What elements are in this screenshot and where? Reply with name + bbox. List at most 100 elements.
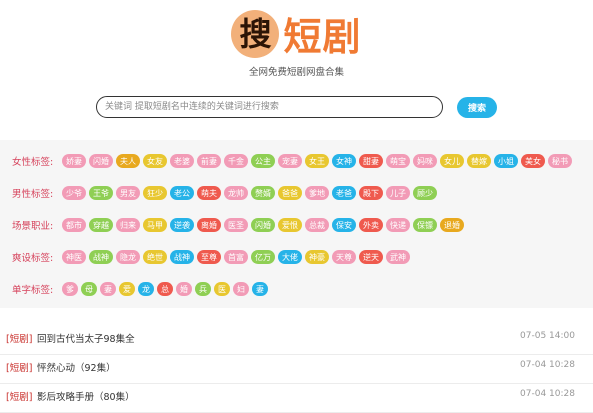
tag-row-female: 女性标签: 娇妻 闪婚 夫人 女友 老婆 前妻 千金 公主 宠妻 女王 女神 甜妻 萌宝 妈咪 女儿 替嫁 小姐… — [12, 154, 572, 168]
tag-chip[interactable]: 逆袭 — [170, 218, 194, 232]
tag-chip[interactable]: 隐龙 — [116, 250, 140, 264]
tag-chip[interactable]: 顾少 — [413, 186, 437, 200]
tag-chip[interactable]: 女神 — [332, 154, 356, 168]
tag-chip[interactable]: 爹 — [62, 282, 78, 296]
tag-chip[interactable]: 神医 — [62, 250, 86, 264]
item-date: 07-04 10:28 — [520, 389, 575, 399]
tag-chip[interactable]: 大佬 — [278, 250, 302, 264]
tag-chip[interactable]: 爸爸 — [278, 186, 302, 200]
tag-chips: 都市 穿越 归来 马甲 逆袭 离婚 医圣 闪婚 爱恨 总裁 保安 外卖 快递 保镖 退婚 — [62, 218, 464, 232]
tag-chip[interactable]: 龙 — [138, 282, 154, 296]
logo-text: 短剧 — [283, 15, 362, 59]
tag-chip[interactable]: 逆天 — [359, 250, 383, 264]
tag-chip[interactable]: 神豪 — [305, 250, 329, 264]
list-item[interactable]: [短剧] 怦然心动（92集） 07-04 10:28 — [0, 355, 593, 384]
tag-chip[interactable]: 老爸 — [332, 186, 356, 200]
category-tag: [短剧] — [6, 363, 33, 374]
tag-row-single: 单字标签: 爹母妻爱龙总婚兵医妇妻 — [12, 282, 268, 296]
tag-chip[interactable]: 女王 — [305, 154, 329, 168]
tag-chip[interactable]: 离婚 — [197, 218, 221, 232]
tag-chip[interactable]: 归来 — [116, 218, 140, 232]
category-tag: [短剧] — [6, 334, 33, 345]
tag-chip[interactable]: 总 — [157, 282, 173, 296]
tag-row-scene: 场景职业: 都市 穿越 归来 马甲 逆袭 离婚 医圣 闪婚 爱恨 总裁 保安 外卖 快递 保镖 退婚 — [12, 218, 464, 232]
tag-chip[interactable]: 萌夫 — [197, 186, 221, 200]
tag-chip[interactable]: 马甲 — [143, 218, 167, 232]
tag-panel: 女性标签: 娇妻 闪婚 夫人 女友 老婆 前妻 千金 公主 宠妻 女王 女神 甜妻 萌宝 妈咪 女儿 替嫁 小姐… — [0, 140, 593, 308]
tag-chip[interactable]: 都市 — [62, 218, 86, 232]
tag-chip[interactable]: 医 — [214, 282, 230, 296]
tag-chip[interactable]: 爱恨 — [278, 218, 302, 232]
tag-chip[interactable]: 小姐 — [494, 154, 518, 168]
tag-chip[interactable]: 娇妻 — [62, 154, 86, 168]
tag-chip[interactable]: 医圣 — [224, 218, 248, 232]
logo-mark: 搜 — [231, 9, 280, 58]
list-item[interactable]: [短剧] 影后攻略手册（80集） 07-04 10:28 — [0, 384, 593, 413]
tag-chip[interactable]: 保镖 — [413, 218, 437, 232]
search-button[interactable]: 搜索 — [457, 96, 497, 118]
tag-chip[interactable]: 宠妻 — [278, 154, 302, 168]
tag-chip[interactable]: 首富 — [224, 250, 248, 264]
tag-chips: 娇妻 闪婚 夫人 女友 老婆 前妻 千金 公主 宠妻 女王 女神 甜妻 萌宝 妈咪 女儿 替嫁 小姐 美女 秘书 — [62, 154, 572, 168]
tag-chip[interactable]: 快递 — [386, 218, 410, 232]
tag-row-male: 男性标签: 少爷 王爷 男友 狂少 老公 萌夫 龙帅 赘婿 爸爸 爹地 老爸 殿下 儿子 顾少 — [12, 186, 437, 200]
tag-chip[interactable]: 萌宝 — [386, 154, 410, 168]
tag-chip[interactable]: 替嫁 — [467, 154, 491, 168]
tag-chip[interactable]: 闪婚 — [89, 154, 113, 168]
search-bar: 搜索 — [96, 96, 497, 118]
tag-chip[interactable]: 妻 — [252, 282, 268, 296]
tag-chip[interactable]: 闪婚 — [251, 218, 275, 232]
tag-chip[interactable]: 前妻 — [197, 154, 221, 168]
item-title[interactable]: 怦然心动（92集） — [37, 360, 116, 374]
tag-chip[interactable]: 总裁 — [305, 218, 329, 232]
tag-chip[interactable]: 外卖 — [359, 218, 383, 232]
tag-chip[interactable]: 美女 — [521, 154, 545, 168]
tag-chip[interactable]: 秘书 — [548, 154, 572, 168]
tag-chip[interactable]: 穿越 — [89, 218, 113, 232]
tag-chip[interactable]: 夫人 — [116, 154, 140, 168]
tag-chip[interactable]: 王爷 — [89, 186, 113, 200]
tag-chip[interactable]: 公主 — [251, 154, 275, 168]
tag-chip[interactable]: 少爷 — [62, 186, 86, 200]
tag-chip[interactable]: 妻 — [100, 282, 116, 296]
category-tag: [短剧] — [6, 392, 33, 403]
tag-chip[interactable]: 妇 — [233, 282, 249, 296]
tag-chip[interactable]: 爹地 — [305, 186, 329, 200]
tag-chip[interactable]: 妈咪 — [413, 154, 437, 168]
tag-chip[interactable]: 爱 — [119, 282, 135, 296]
tag-chip[interactable]: 男友 — [116, 186, 140, 200]
tag-chip[interactable]: 武神 — [386, 250, 410, 264]
tag-chip[interactable]: 甜妻 — [359, 154, 383, 168]
tag-chip[interactable]: 老公 — [170, 186, 194, 200]
tag-chip[interactable]: 赘婿 — [251, 186, 275, 200]
tag-chip[interactable]: 千金 — [224, 154, 248, 168]
tag-row-label: 场景职业: — [12, 221, 54, 232]
item-title[interactable]: 影后攻略手册（80集） — [37, 389, 135, 403]
item-date: 07-05 14:00 — [520, 331, 575, 341]
tag-chip[interactable]: 战神 — [170, 250, 194, 264]
tag-chip[interactable]: 绝世 — [143, 250, 167, 264]
tag-chip[interactable]: 至尊 — [197, 250, 221, 264]
item-title[interactable]: 回到古代当太子98集全 — [37, 331, 135, 345]
tag-chip[interactable]: 母 — [81, 282, 97, 296]
tag-chip[interactable]: 退婚 — [440, 218, 464, 232]
tag-chip[interactable]: 儿子 — [386, 186, 410, 200]
tag-chip[interactable]: 狂少 — [143, 186, 167, 200]
tag-chip[interactable]: 女儿 — [440, 154, 464, 168]
tag-chip[interactable]: 女友 — [143, 154, 167, 168]
tag-chip[interactable]: 兵 — [195, 282, 211, 296]
tag-chip[interactable]: 战神 — [89, 250, 113, 264]
tag-chip[interactable]: 龙帅 — [224, 186, 248, 200]
list-item[interactable]: [短剧] 回到古代当太子98集全 07-05 14:00 — [0, 326, 593, 355]
search-input[interactable] — [96, 96, 443, 118]
tag-chip[interactable]: 婚 — [176, 282, 192, 296]
site-logo[interactable]: 搜 短剧 — [0, 6, 593, 61]
tag-chip[interactable]: 老婆 — [170, 154, 194, 168]
tag-chips: 少爷 王爷 男友 狂少 老公 萌夫 龙帅 赘婿 爸爸 爹地 老爸 殿下 儿子 顾少 — [62, 186, 437, 200]
tag-row-label: 爽设标签: — [12, 253, 54, 264]
tag-chip[interactable]: 天尊 — [332, 250, 356, 264]
tag-chip[interactable]: 保安 — [332, 218, 356, 232]
tag-chip[interactable]: 殿下 — [359, 186, 383, 200]
tag-row-label: 单字标签: — [12, 285, 54, 296]
tag-chip[interactable]: 亿万 — [251, 250, 275, 264]
